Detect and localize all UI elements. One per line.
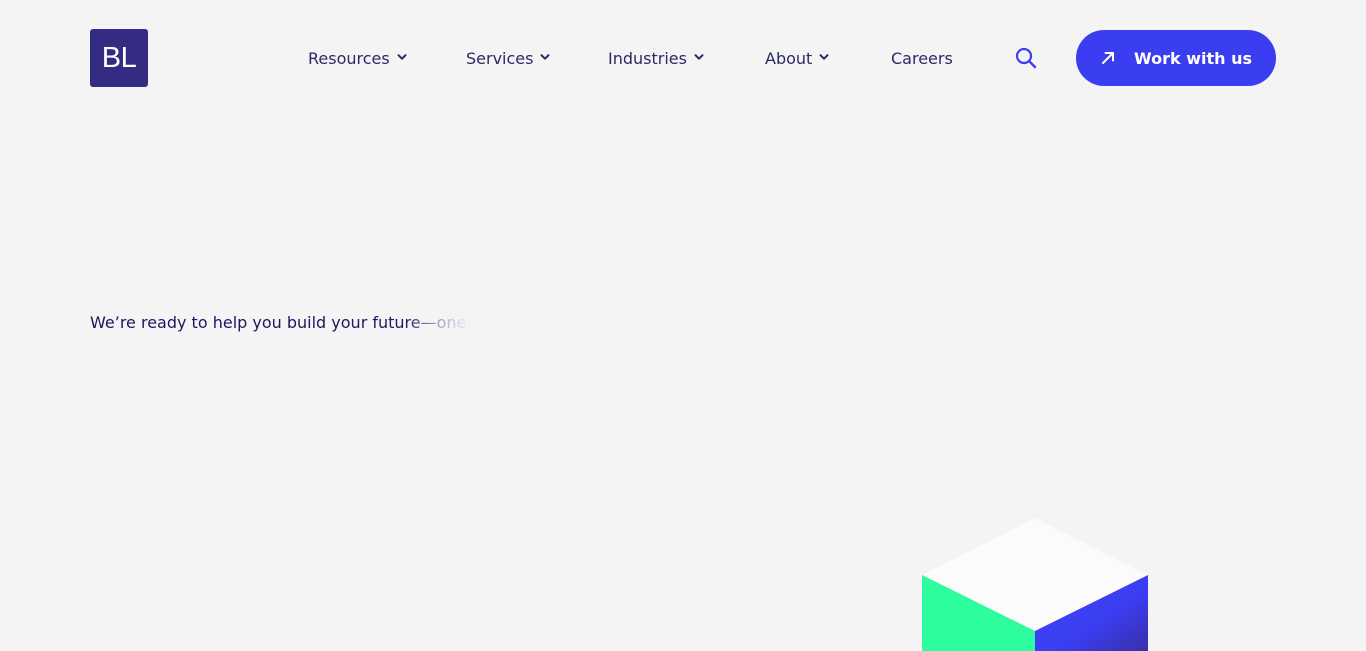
logo[interactable]: BL bbox=[90, 29, 148, 87]
chevron-down-icon bbox=[397, 54, 407, 60]
search-icon bbox=[1015, 47, 1037, 69]
nav-item-services[interactable]: Services bbox=[466, 44, 550, 72]
isometric-cube-graphic bbox=[922, 518, 1148, 651]
nav-item-label: Services bbox=[466, 48, 534, 68]
search-button[interactable] bbox=[1014, 46, 1038, 70]
hero-tagline-fading: re—one bbox=[404, 313, 467, 332]
page: BL Resources Services Industries About C… bbox=[0, 0, 1366, 651]
nav-item-careers[interactable]: Careers bbox=[891, 44, 953, 72]
nav-item-label: Industries bbox=[608, 48, 687, 68]
nav-item-label: Careers bbox=[891, 48, 953, 68]
hero-tagline-visible: We’re ready to help you build your futu bbox=[90, 313, 405, 332]
nav-item-label: About bbox=[765, 48, 813, 68]
work-with-us-button[interactable]: Work with us bbox=[1076, 30, 1276, 86]
arrow-up-right-icon bbox=[1102, 52, 1115, 64]
nav-item-resources[interactable]: Resources bbox=[308, 44, 407, 72]
chevron-down-icon bbox=[694, 54, 704, 60]
nav-item-about[interactable]: About bbox=[765, 44, 829, 72]
chevron-down-icon bbox=[540, 54, 550, 60]
chevron-down-icon bbox=[819, 54, 829, 60]
nav-item-industries[interactable]: Industries bbox=[608, 44, 704, 72]
hero-tagline: We’re ready to help you build your futur… bbox=[90, 313, 466, 332]
nav-item-label: Resources bbox=[308, 48, 390, 68]
work-with-us-label: Work with us bbox=[1134, 48, 1252, 68]
